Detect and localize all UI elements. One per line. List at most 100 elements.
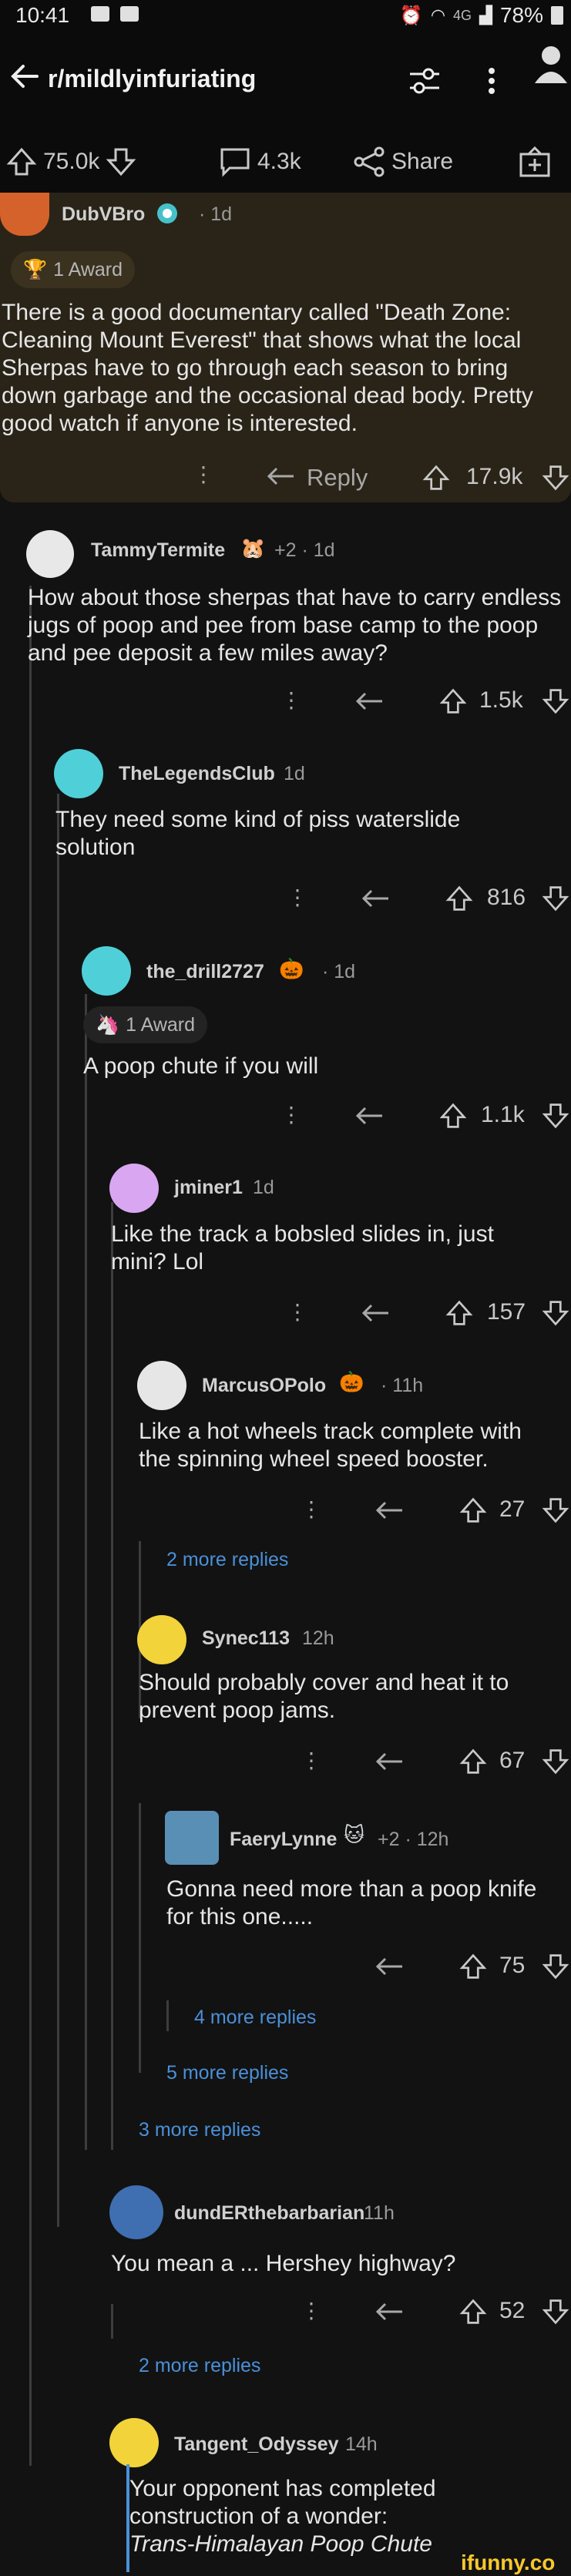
user-avatar[interactable] bbox=[0, 193, 49, 236]
comment-line: construction of a wonder: bbox=[129, 2504, 388, 2529]
upvote-icon[interactable] bbox=[459, 2298, 487, 2326]
more-replies-link[interactable]: 2 more replies bbox=[139, 2355, 260, 2377]
comment-username[interactable]: MarcusOPolo bbox=[202, 1375, 326, 1397]
comment-body: Your opponent has completed construction… bbox=[129, 2475, 546, 2558]
upvote-icon[interactable] bbox=[439, 1102, 467, 1130]
comment-username[interactable]: the_drill2727 bbox=[146, 961, 264, 983]
user-avatar[interactable] bbox=[109, 2418, 159, 2467]
comment-count: 4.3k bbox=[257, 149, 301, 174]
upvote-icon[interactable] bbox=[459, 1496, 487, 1524]
sort-filter-icon[interactable] bbox=[405, 62, 444, 100]
reply-icon[interactable] bbox=[375, 1751, 405, 1774]
more-options-icon[interactable]: ⋮ bbox=[301, 2298, 322, 2323]
comment-username[interactable]: dundERthebarbarian bbox=[174, 2202, 364, 2225]
reply-icon[interactable] bbox=[354, 690, 385, 714]
thread-line bbox=[139, 1544, 141, 1575]
more-options-icon[interactable]: ⋮ bbox=[280, 687, 302, 713]
upvote-icon[interactable] bbox=[445, 1299, 473, 1327]
comment-username[interactable]: Synec113 bbox=[202, 1627, 290, 1650]
user-avatar[interactable] bbox=[26, 530, 74, 578]
reply-icon[interactable] bbox=[375, 1956, 405, 1979]
downvote-icon[interactable] bbox=[542, 1299, 569, 1327]
award-add-icon[interactable] bbox=[518, 145, 552, 179]
comment-username[interactable]: TammyTermite bbox=[91, 539, 225, 562]
downvote-icon[interactable] bbox=[106, 146, 136, 177]
user-avatar[interactable] bbox=[109, 2185, 163, 2239]
upvote-icon[interactable] bbox=[422, 464, 450, 492]
thread-line bbox=[166, 2000, 169, 2031]
more-options-icon[interactable]: ⋮ bbox=[287, 885, 308, 910]
user-flair-icon: 🐹 bbox=[240, 536, 266, 559]
downvote-icon[interactable] bbox=[542, 464, 569, 492]
top-comment: DubVBro · 1d 🏆 1 Award There is a good d… bbox=[0, 193, 571, 502]
user-avatar[interactable] bbox=[137, 1615, 186, 1664]
post-vote: 75.0k bbox=[6, 146, 136, 177]
upvote-icon[interactable] bbox=[439, 687, 467, 715]
user-avatar[interactable] bbox=[109, 1164, 159, 1213]
comment-time: · 1d bbox=[322, 961, 356, 982]
alarm-icon: ⏰ bbox=[399, 5, 423, 26]
comment-time: 11h bbox=[364, 2202, 395, 2224]
back-arrow-icon[interactable] bbox=[6, 57, 45, 96]
comment-username[interactable]: TheLegendsClub bbox=[119, 763, 275, 785]
reply-icon[interactable] bbox=[266, 465, 297, 489]
downvote-icon[interactable] bbox=[542, 1953, 569, 1980]
award-badge[interactable]: 🏆 1 Award bbox=[11, 251, 136, 288]
comments-button[interactable]: 4.3k bbox=[219, 146, 301, 177]
comment-username[interactable]: Tangent_Odyssey bbox=[174, 2433, 339, 2456]
downvote-icon[interactable] bbox=[542, 687, 569, 715]
comment-actions: 75 bbox=[0, 1953, 571, 1987]
more-replies-link[interactable]: 5 more replies bbox=[166, 2062, 288, 2084]
user-avatar[interactable] bbox=[54, 749, 103, 798]
comment-body: You mean a ... Hershey highway? bbox=[111, 2251, 456, 2276]
comment-username[interactable]: jminer1 bbox=[174, 1177, 243, 1199]
upvote-icon[interactable] bbox=[6, 146, 37, 177]
upvote-icon[interactable] bbox=[459, 1748, 487, 1775]
thread-line bbox=[139, 1803, 141, 2073]
upvote-icon[interactable] bbox=[459, 1953, 487, 1980]
downvote-icon[interactable] bbox=[542, 885, 569, 912]
more-options-icon[interactable] bbox=[484, 62, 499, 100]
more-options-icon[interactable]: ⋮ bbox=[193, 464, 214, 485]
comment-username[interactable]: DubVBro bbox=[62, 203, 145, 226]
reply-icon[interactable] bbox=[375, 1500, 405, 1523]
comment-time: 1d bbox=[253, 1177, 274, 1198]
wifi-icon: ◠ bbox=[430, 5, 446, 25]
user-avatar[interactable] bbox=[137, 1361, 186, 1410]
downvote-icon[interactable] bbox=[542, 2298, 569, 2326]
reply-icon[interactable] bbox=[361, 888, 391, 911]
user-avatar[interactable] bbox=[165, 1811, 219, 1865]
comment-body: There is a good documentary called "Deat… bbox=[2, 300, 533, 436]
more-replies-link[interactable]: 2 more replies bbox=[166, 1549, 288, 1571]
comment-actions: ⋮ Reply 17.9k bbox=[0, 464, 571, 498]
post-vote-count: 75.0k bbox=[43, 149, 100, 174]
more-replies-link[interactable]: 4 more replies bbox=[194, 2007, 316, 2029]
more-options-icon[interactable]: ⋮ bbox=[301, 1496, 322, 1522]
downvote-icon[interactable] bbox=[542, 1102, 569, 1130]
more-options-icon[interactable]: ⋮ bbox=[301, 1748, 322, 1773]
more-options-icon[interactable]: ⋮ bbox=[287, 1299, 308, 1325]
comment-body: Like the track a bobsled slides in, just… bbox=[111, 1221, 494, 1275]
share-button[interactable]: Share bbox=[353, 146, 453, 177]
vote-count: 67 bbox=[499, 1748, 526, 1773]
award-badge[interactable]: 🦄 1 Award bbox=[83, 1006, 208, 1043]
reply-icon[interactable] bbox=[361, 1302, 391, 1325]
user-avatar[interactable] bbox=[82, 946, 131, 996]
ifunny-watermark: ifunny.co bbox=[461, 2551, 556, 2574]
subreddit-title[interactable]: r/mildlyinfuriating bbox=[48, 65, 256, 93]
downvote-icon[interactable] bbox=[542, 1496, 569, 1524]
reply-icon[interactable] bbox=[375, 2301, 405, 2324]
network-label: 4G bbox=[453, 7, 472, 23]
comment-time: +2 · 1d bbox=[274, 539, 335, 561]
vote-count: 816 bbox=[487, 885, 526, 910]
comment-time: 1d bbox=[284, 763, 305, 784]
downvote-icon[interactable] bbox=[542, 1748, 569, 1775]
user-avatar-icon[interactable] bbox=[533, 45, 569, 83]
comment-username[interactable]: FaeryLynne bbox=[230, 1829, 337, 1851]
upvote-icon[interactable] bbox=[445, 885, 473, 912]
reply-label[interactable]: Reply bbox=[307, 464, 368, 492]
more-replies-link[interactable]: 3 more replies bbox=[139, 2119, 260, 2141]
more-options-icon[interactable]: ⋮ bbox=[280, 1102, 302, 1127]
comment-body: A poop chute if you will bbox=[83, 1053, 319, 1079]
reply-icon[interactable] bbox=[354, 1105, 385, 1128]
